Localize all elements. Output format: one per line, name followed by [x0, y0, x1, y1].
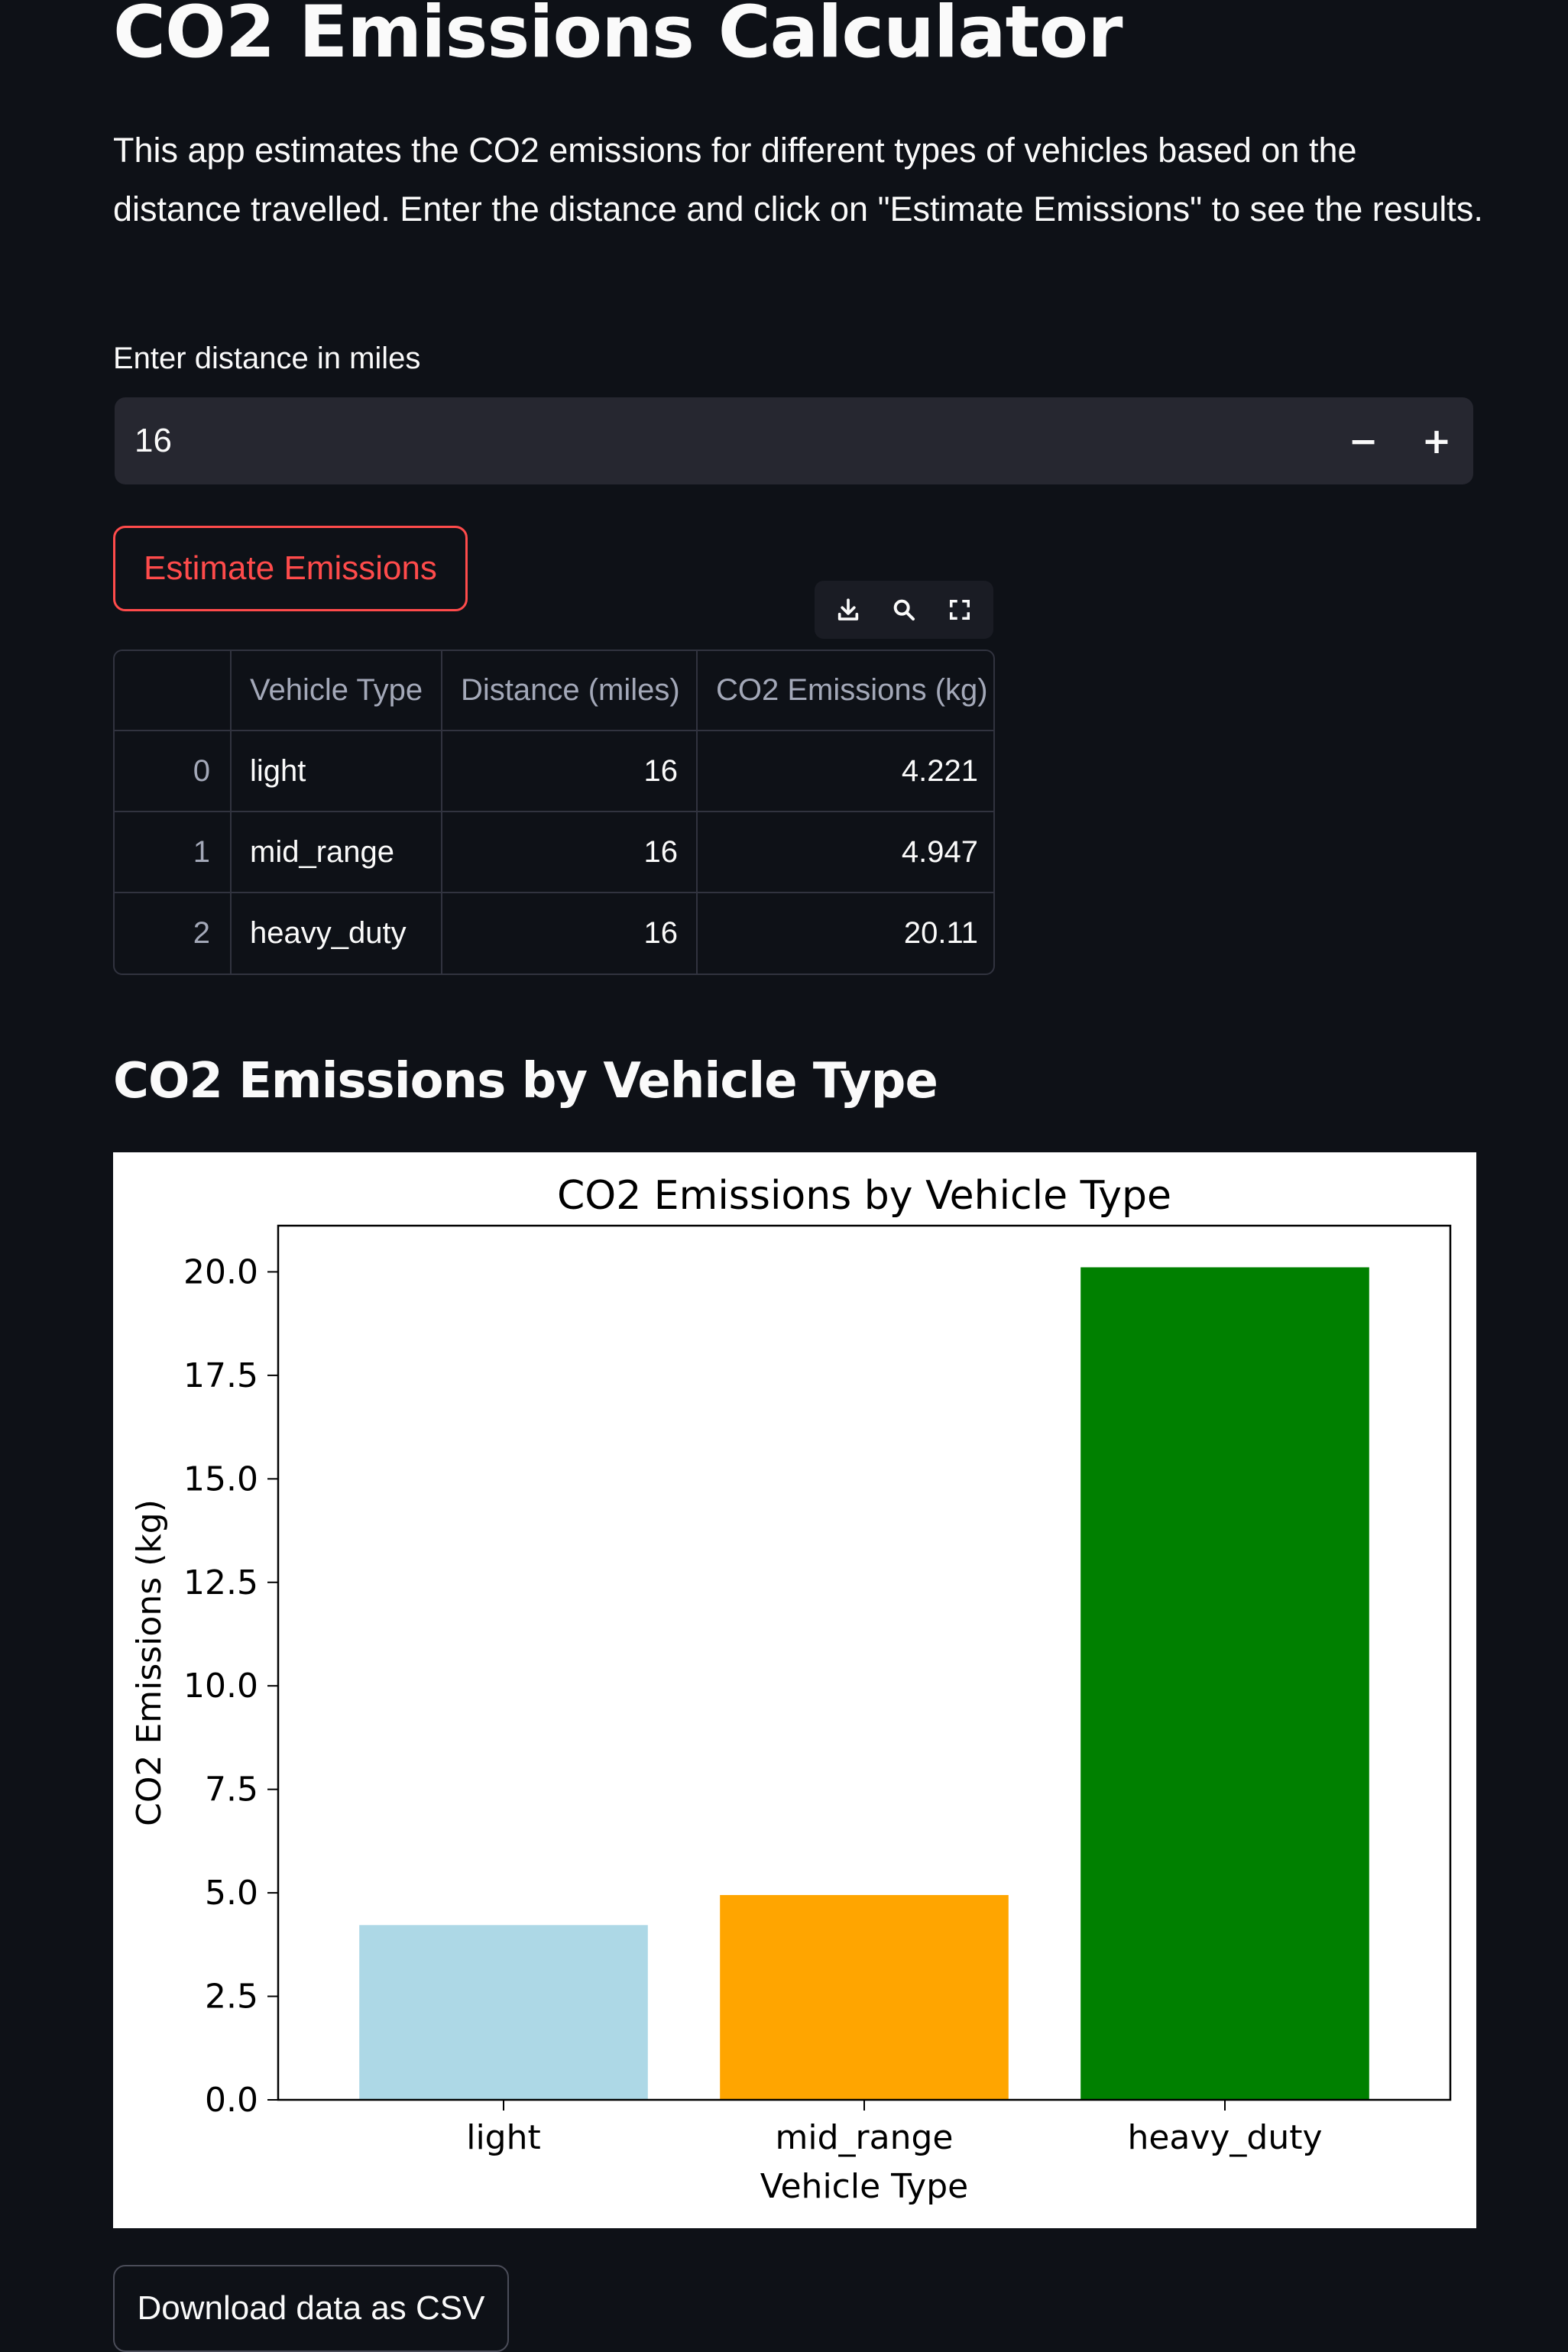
- y-tick-label: 20.0: [183, 1252, 258, 1291]
- column-header-index: [115, 651, 232, 731]
- distance-input-label: Enter distance in miles: [113, 342, 421, 375]
- cell-emissions[interactable]: 20.11: [696, 892, 993, 974]
- download-csv-button[interactable]: Download data as CSV: [113, 2265, 509, 2352]
- x-tick-label: heavy_duty: [1127, 2118, 1322, 2157]
- row-index: 2: [115, 892, 232, 974]
- y-tick-label: 0.0: [205, 2081, 258, 2120]
- y-tick-label: 7.5: [205, 1770, 258, 1809]
- y-axis-label: CO2 Emissions (kg): [130, 1499, 169, 1826]
- bar-heavy_duty: [1080, 1267, 1369, 2100]
- y-tick-label: 12.5: [183, 1563, 258, 1602]
- table-toolbar: [815, 581, 993, 639]
- cell-emissions[interactable]: 4.221: [696, 730, 993, 812]
- search-icon[interactable]: [883, 588, 925, 631]
- page-description: This app estimates the CO2 emissions for…: [113, 131, 1483, 228]
- distance-input[interactable]: [115, 397, 1327, 484]
- distance-number-input: − +: [115, 397, 1473, 484]
- x-axis-label: Vehicle Type: [760, 2167, 968, 2206]
- cell-vehicle-type[interactable]: light: [230, 730, 442, 812]
- bar-mid_range: [720, 1894, 1009, 2100]
- column-header-vehicle-type[interactable]: Vehicle Type: [230, 651, 442, 731]
- emissions-bar-chart: light mid_range heavy_duty 0.0 2.5 5.0 7.5 10.0…: [113, 1152, 1476, 2228]
- results-table[interactable]: Vehicle Type Distance (miles) CO2 Emissi…: [113, 650, 995, 975]
- y-tick-label: 17.5: [183, 1356, 258, 1395]
- table-row: 2 heavy_duty 16 20.11: [115, 892, 993, 974]
- table-row: 0 light 16 4.221: [115, 730, 993, 812]
- cell-vehicle-type[interactable]: mid_range: [230, 811, 442, 893]
- chart-title: CO2 Emissions by Vehicle Type: [557, 1173, 1171, 1219]
- fullscreen-icon[interactable]: [938, 588, 981, 631]
- row-index: 0: [115, 730, 232, 812]
- chart-svg: light mid_range heavy_duty 0.0 2.5 5.0 7.5 10.0…: [130, 1173, 1452, 2206]
- increment-button[interactable]: +: [1400, 397, 1473, 484]
- x-tick-label: mid_range: [776, 2118, 954, 2157]
- row-index: 1: [115, 811, 232, 893]
- bar-light: [359, 1925, 648, 2100]
- download-icon[interactable]: [827, 588, 870, 631]
- chart-section-heading: CO2 Emissions by Vehicle Type: [113, 1053, 938, 1110]
- cell-distance[interactable]: 16: [441, 811, 698, 893]
- x-tick-label: light: [466, 2118, 541, 2157]
- decrement-button[interactable]: −: [1327, 397, 1400, 484]
- page-title: CO2 Emissions Calculator: [113, 0, 1123, 74]
- column-header-distance[interactable]: Distance (miles): [441, 651, 698, 731]
- cell-distance[interactable]: 16: [441, 892, 698, 974]
- y-tick-label: 10.0: [183, 1667, 258, 1706]
- cell-vehicle-type[interactable]: heavy_duty: [230, 892, 442, 974]
- table-header-row: Vehicle Type Distance (miles) CO2 Emissi…: [115, 651, 993, 731]
- table-row: 1 mid_range 16 4.947: [115, 811, 993, 893]
- column-header-emissions[interactable]: CO2 Emissions (kg): [696, 651, 993, 731]
- estimate-emissions-button[interactable]: Estimate Emissions: [113, 526, 468, 611]
- y-tick-label: 15.0: [183, 1459, 258, 1498]
- y-tick-label: 2.5: [205, 1978, 258, 2017]
- cell-distance[interactable]: 16: [441, 730, 698, 812]
- y-tick-label: 5.0: [205, 1874, 258, 1913]
- cell-emissions[interactable]: 4.947: [696, 811, 993, 893]
